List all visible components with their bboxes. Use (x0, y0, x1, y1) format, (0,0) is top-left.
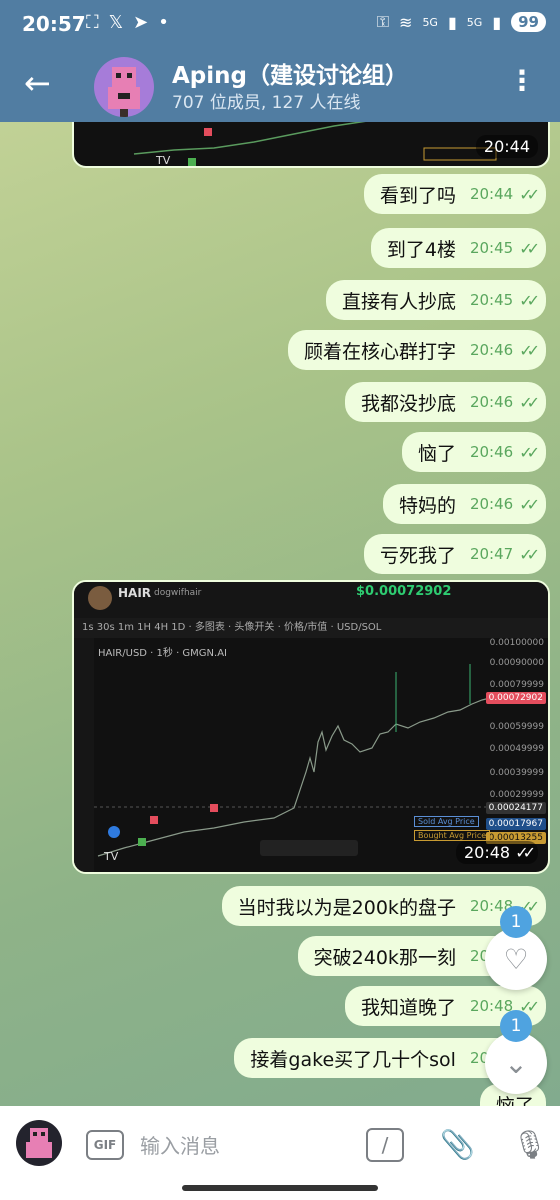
group-avatar[interactable] (94, 57, 154, 117)
message-text: 特妈的 (398, 494, 456, 517)
message-text: 顾着在核心群打字 (303, 340, 456, 363)
signal-icon-1: ▮ (447, 12, 457, 32)
crosshair-price-tag: 0.00024177 (485, 802, 546, 814)
message-bubble[interactable]: 我都没抄底 20:46 ✓✓ (344, 382, 546, 422)
media-chart-time: 20:48 ✓✓ (455, 841, 538, 864)
message-text: 直接有人抄底 (341, 290, 456, 313)
axis-label: 0.00090000 (489, 658, 544, 668)
double-check-icon: ✓✓ (519, 392, 540, 412)
scan-icon: ⛶ (86, 12, 99, 33)
message-bubble[interactable]: 恼了 20:46 ✓✓ (401, 432, 546, 472)
pixel-avatar-icon (26, 1128, 52, 1158)
send-as-avatar[interactable] (16, 1120, 62, 1166)
message-time: 20:44 (469, 185, 514, 203)
unread-badge: 1 (500, 1010, 532, 1042)
chevron-down-icon: ⌄ (504, 1046, 528, 1080)
message-time: 20:45 (469, 239, 514, 257)
system-icons: ⚿ ≋ 5G ▮ 5G ▮ 99 (377, 12, 546, 32)
message-text: 当时我以为是200k的盘子 (237, 896, 456, 919)
message-time: 20:46 (469, 443, 514, 461)
status-bar: 20:57 ⛶ 𝕏 ➤ • ⚿ ≋ 5G ▮ 5G ▮ 99 (0, 0, 560, 50)
message-time: 20:46 (469, 393, 514, 411)
status-time: 20:57 (22, 12, 86, 36)
key-icon: ⚿ (376, 12, 390, 31)
battery-indicator: 99 (511, 12, 546, 32)
back-arrow-icon[interactable]: ← (24, 64, 51, 102)
bot-commands-icon[interactable]: / (366, 1128, 404, 1162)
sold-avg-legend: Sold Avg Price (414, 816, 479, 827)
message-bubble[interactable]: 直接有人抄底 20:45 ✓✓ (325, 280, 546, 320)
message-bubble[interactable]: 顾着在核心群打字 20:46 ✓✓ (287, 330, 546, 370)
media-message-chart[interactable]: HAIR dogwifhair $0.00072902 1s 30s 1m 1H… (72, 580, 550, 874)
telegram-icon: ➤ (133, 12, 149, 33)
double-check-icon: ✓✓ (519, 494, 540, 514)
signal-label-2: 5G (466, 15, 483, 29)
attach-icon[interactable]: 📎 (440, 1128, 475, 1161)
message-time: 20:45 (469, 291, 514, 309)
axis-label: 0.00059999 (489, 722, 544, 732)
media-top-time: 20:44 (475, 135, 538, 158)
price-axis: 0.00100000 0.00090000 0.00079999 0.00072… (485, 638, 548, 872)
axis-label: 0.00100000 (489, 638, 544, 648)
double-check-icon: ✓✓ (519, 238, 540, 258)
signal-label-1: 5G (422, 15, 438, 29)
message-bubble[interactable]: 特妈的 20:46 ✓✓ (382, 484, 546, 524)
x-app-icon: 𝕏 (108, 12, 124, 33)
message-text: 突破240k那一刻 (313, 946, 456, 969)
gif-button[interactable]: GIF (86, 1130, 124, 1160)
notification-icons: ⛶ 𝕏 ➤ • (86, 12, 169, 33)
message-time: 20:46 (469, 341, 514, 359)
double-check-icon: ✓✓ (519, 340, 540, 360)
price-chart: TV (94, 664, 494, 863)
double-check-icon: ✓✓ (519, 290, 540, 310)
double-check-icon: ✓✓ (519, 184, 540, 204)
more-vertical-icon[interactable]: ⋮ (508, 64, 536, 97)
axis-label: 0.00029999 (489, 790, 544, 800)
dot-icon: • (158, 12, 169, 33)
wifi-icon: ≋ (399, 12, 413, 32)
svg-text:TV: TV (103, 850, 119, 863)
pixel-avatar-icon (108, 67, 140, 117)
chat-subtitle: 707 位成员, 127 人在线 (172, 93, 361, 113)
message-bubble[interactable]: 看到了吗 20:44 ✓✓ (363, 174, 546, 214)
double-check-icon: ✓✓ (519, 544, 540, 564)
sold-avg-tag: 0.00017967 (485, 818, 546, 830)
double-check-icon: ✓✓ (515, 843, 536, 862)
media-message-top[interactable]: TV 20:44 (72, 122, 550, 168)
chat-header: ← Aping（建设讨论组） 707 位成员, 127 人在线 ⋮ (0, 50, 560, 122)
svg-text:TV: TV (155, 154, 171, 166)
message-text: 亏死我了 (379, 544, 456, 567)
axis-label: 0.00039999 (489, 768, 544, 778)
message-text: 到了4楼 (386, 238, 456, 261)
bought-avg-legend: Bought Avg Price (414, 830, 491, 841)
message-text: 我都没抄底 (360, 392, 456, 415)
message-text: 我知道晚了 (360, 996, 456, 1019)
double-check-icon: ✓✓ (519, 442, 540, 462)
axis-label: 0.00079999 (489, 680, 544, 690)
message-time: 20:46 (469, 495, 514, 513)
message-input[interactable]: 输入消息 (140, 1130, 220, 1159)
message-text: 接着gake买了几十个sol (250, 1048, 456, 1071)
heart-icon: ♡ (503, 942, 529, 976)
message-bubble[interactable]: 亏死我了 20:47 ✓✓ (363, 534, 546, 574)
axis-label: 0.00049999 (489, 744, 544, 754)
message-text: 恼了 (417, 442, 456, 465)
message-bubble[interactable]: 当时我以为是200k的盘子 20:48 ✓✓ (221, 886, 546, 926)
home-indicator (182, 1185, 378, 1191)
message-list[interactable]: TV 20:44 看到了吗 20:44 ✓✓ 到了4楼 20:45 ✓✓ 直接有人抄… (0, 122, 560, 1106)
reactions-badge: 1 (500, 906, 532, 938)
chat-title[interactable]: Aping（建设讨论组） (172, 56, 408, 90)
message-text: 看到了吗 (379, 184, 456, 207)
message-bubble[interactable]: 到了4楼 20:45 ✓✓ (370, 228, 546, 268)
microphone-icon[interactable]: 🎙 (512, 1128, 548, 1161)
message-time: 20:47 (469, 545, 514, 563)
last-price-tag: 0.00072902 (485, 692, 546, 704)
signal-icon-2: ▮ (492, 12, 502, 32)
